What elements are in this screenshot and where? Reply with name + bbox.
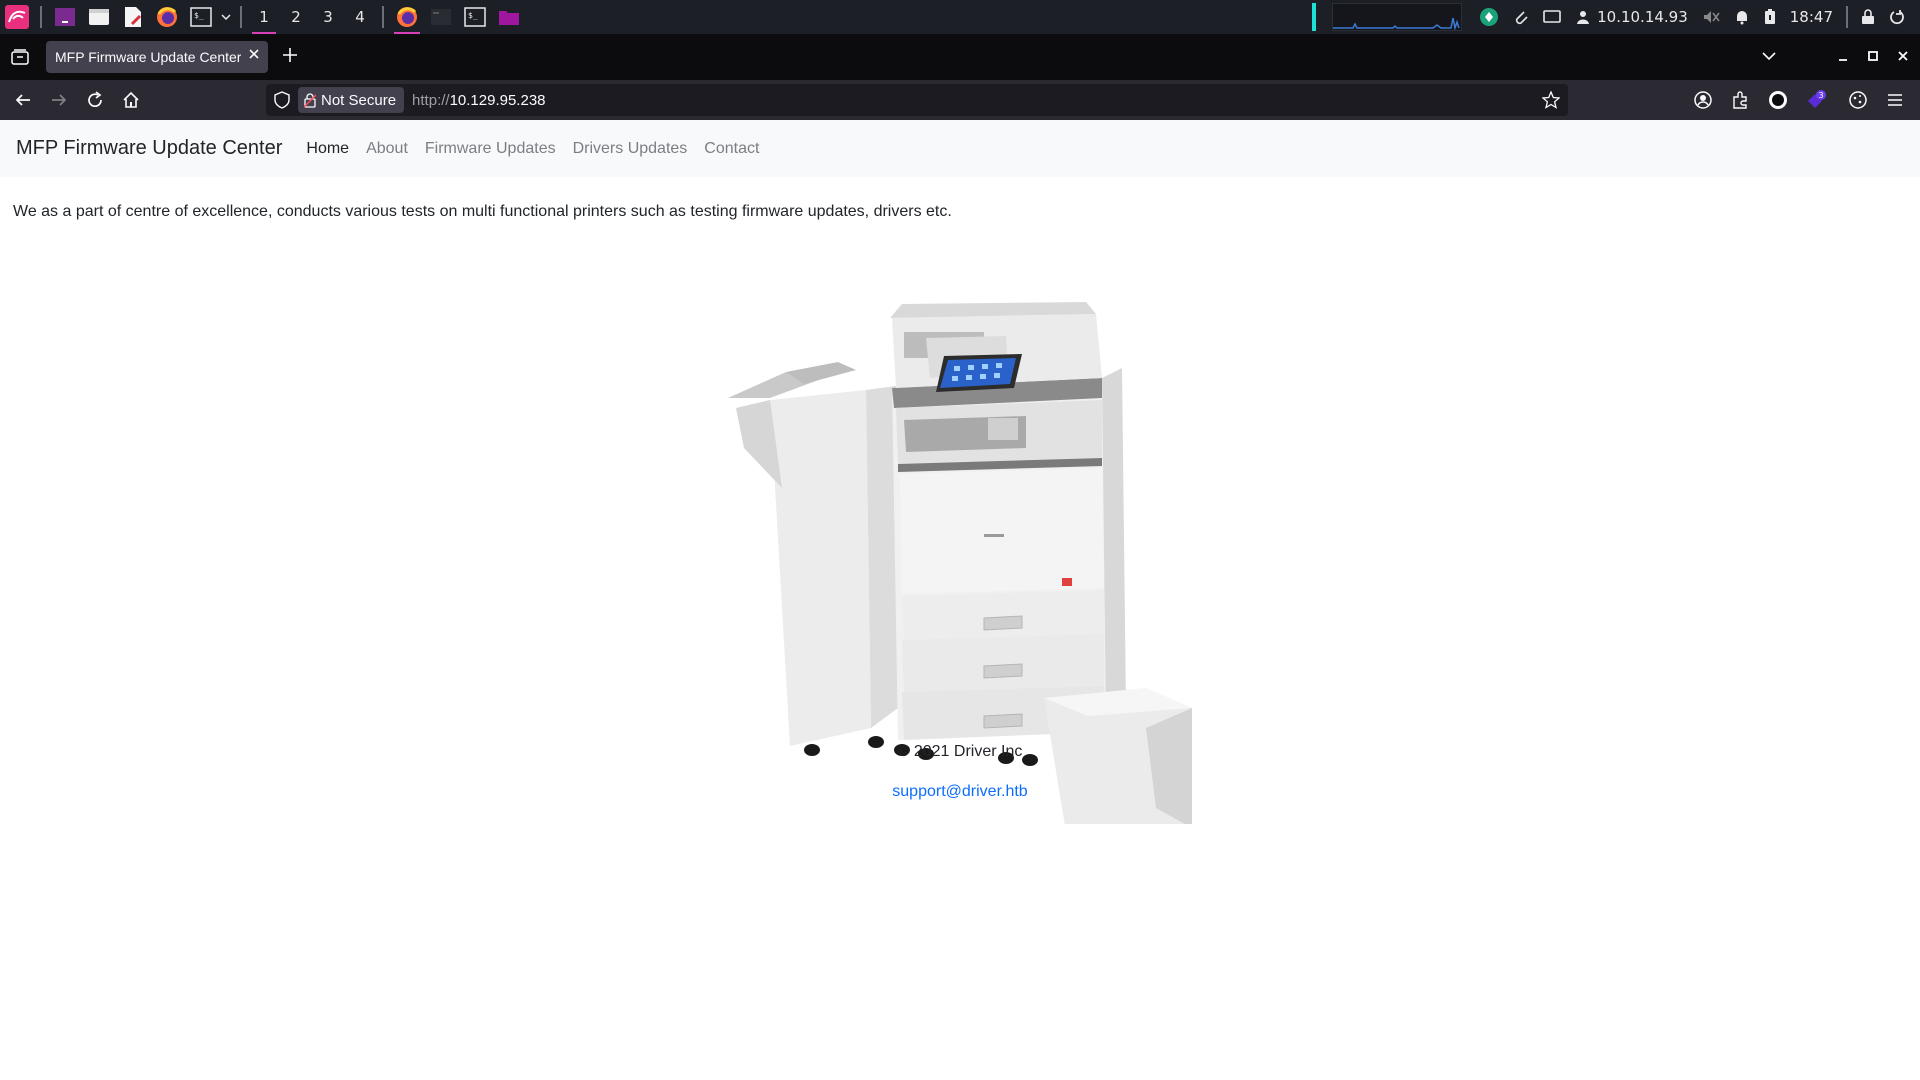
forward-icon[interactable] xyxy=(43,80,75,120)
extensions-puzzle-icon[interactable] xyxy=(1724,80,1756,120)
intro-text: We as a part of centre of excellence, co… xyxy=(13,203,952,220)
tab-overview-icon[interactable] xyxy=(10,47,30,72)
network-graph xyxy=(1332,3,1463,31)
nav-drivers-updates[interactable]: Drivers Updates xyxy=(573,140,688,158)
cpu-indicator xyxy=(1312,3,1317,31)
extension-badge: 3 xyxy=(1819,91,1824,100)
taskbar-separator xyxy=(240,6,242,28)
hamburger-menu-icon[interactable] xyxy=(1879,80,1911,120)
network-user-icon: 10.10.14.93 xyxy=(1568,0,1695,34)
taskbar-separator xyxy=(1846,6,1848,28)
maximize-window-icon[interactable] xyxy=(1866,49,1880,68)
support-email-link[interactable]: support@driver.htb xyxy=(0,783,1920,801)
home-icon[interactable] xyxy=(115,80,147,120)
text-editor-icon[interactable] xyxy=(116,0,150,34)
url-scheme: http:// xyxy=(412,91,450,109)
nav-about[interactable]: About xyxy=(366,140,408,158)
workspace-2[interactable]: 2 xyxy=(280,0,312,34)
browser-tab-bar: MFP Firmware Update Center xyxy=(0,34,1920,80)
folder-window-icon[interactable] xyxy=(492,0,526,34)
copyright-text: © 2021 Driver Inc xyxy=(897,743,1023,760)
insecure-lock-icon xyxy=(304,92,316,108)
tab-active[interactable]: MFP Firmware Update Center xyxy=(46,41,268,73)
firefox-launcher-icon[interactable] xyxy=(150,0,184,34)
clock[interactable]: 18:47 xyxy=(1783,0,1840,34)
file-manager-icon[interactable] xyxy=(82,0,116,34)
tracking-protection-icon[interactable] xyxy=(274,91,290,113)
desktop-taskbar: $_ 1 2 3 4 $_ 10.10.14.93 18:47 xyxy=(0,0,1920,34)
web-page: MFP Firmware Update Center Home About Fi… xyxy=(0,120,1920,1080)
nav-home[interactable]: Home xyxy=(306,140,349,158)
nav-contact[interactable]: Contact xyxy=(704,140,759,158)
terminal-icon[interactable]: $_ xyxy=(184,0,218,34)
close-window-icon[interactable] xyxy=(1896,49,1910,68)
close-tab-icon[interactable] xyxy=(248,47,260,63)
display-icon[interactable] xyxy=(1536,0,1568,34)
svg-text:$_: $_ xyxy=(468,11,478,20)
terminal-window-icon[interactable]: $_ xyxy=(458,0,492,34)
minimize-window-icon[interactable] xyxy=(1836,49,1850,68)
taskbar-separator xyxy=(40,6,42,28)
notification-bell-icon[interactable] xyxy=(1727,0,1757,34)
cookie-extension-icon[interactable] xyxy=(1842,80,1874,120)
back-icon[interactable] xyxy=(7,80,39,120)
new-tab-icon[interactable] xyxy=(282,47,298,68)
firefox-window-icon[interactable] xyxy=(390,0,424,34)
workspace-4[interactable]: 4 xyxy=(344,0,376,34)
nav-firmware-updates[interactable]: Firmware Updates xyxy=(425,140,556,158)
battery-icon[interactable] xyxy=(1757,0,1783,34)
kali-menu-icon[interactable] xyxy=(0,0,34,34)
ip-address: 10.10.14.93 xyxy=(1597,8,1688,26)
workspace-1[interactable]: 1 xyxy=(248,0,280,34)
workspace-3[interactable]: 3 xyxy=(312,0,344,34)
svg-text:$_: $_ xyxy=(194,11,204,20)
chevron-down-icon[interactable] xyxy=(218,0,234,34)
vpn-status-icon[interactable] xyxy=(1472,0,1506,34)
url-host: 10.129.95.238 xyxy=(449,91,546,109)
account-icon[interactable] xyxy=(1687,80,1719,120)
bookmark-star-icon[interactable] xyxy=(1541,90,1561,113)
list-all-tabs-icon[interactable] xyxy=(1761,49,1777,67)
foxyproxy-extension-icon[interactable]: 3 xyxy=(1800,80,1832,120)
tab-title: MFP Firmware Update Center xyxy=(55,49,241,65)
power-icon[interactable] xyxy=(1882,0,1912,34)
paperclip-icon[interactable] xyxy=(1506,0,1536,34)
address-bar[interactable]: Not Secure http://10.129.95.238 xyxy=(266,84,1568,116)
taskbar-separator xyxy=(382,6,384,28)
security-label: Not Secure xyxy=(321,91,397,109)
terminal-window-icon[interactable] xyxy=(424,0,458,34)
volume-muted-icon[interactable] xyxy=(1695,0,1727,34)
url-text[interactable]: http://10.129.95.238 xyxy=(412,92,545,109)
site-navbar: MFP Firmware Update Center Home About Fi… xyxy=(0,120,1920,177)
record-extension-icon[interactable] xyxy=(1762,80,1794,120)
reload-icon[interactable] xyxy=(79,80,111,120)
browser-nav-bar: Not Secure http://10.129.95.238 3 xyxy=(0,80,1920,120)
site-brand[interactable]: MFP Firmware Update Center xyxy=(16,137,282,160)
terminal-launcher-icon[interactable] xyxy=(48,0,82,34)
lock-screen-icon[interactable] xyxy=(1854,0,1882,34)
security-status[interactable]: Not Secure xyxy=(298,87,405,113)
